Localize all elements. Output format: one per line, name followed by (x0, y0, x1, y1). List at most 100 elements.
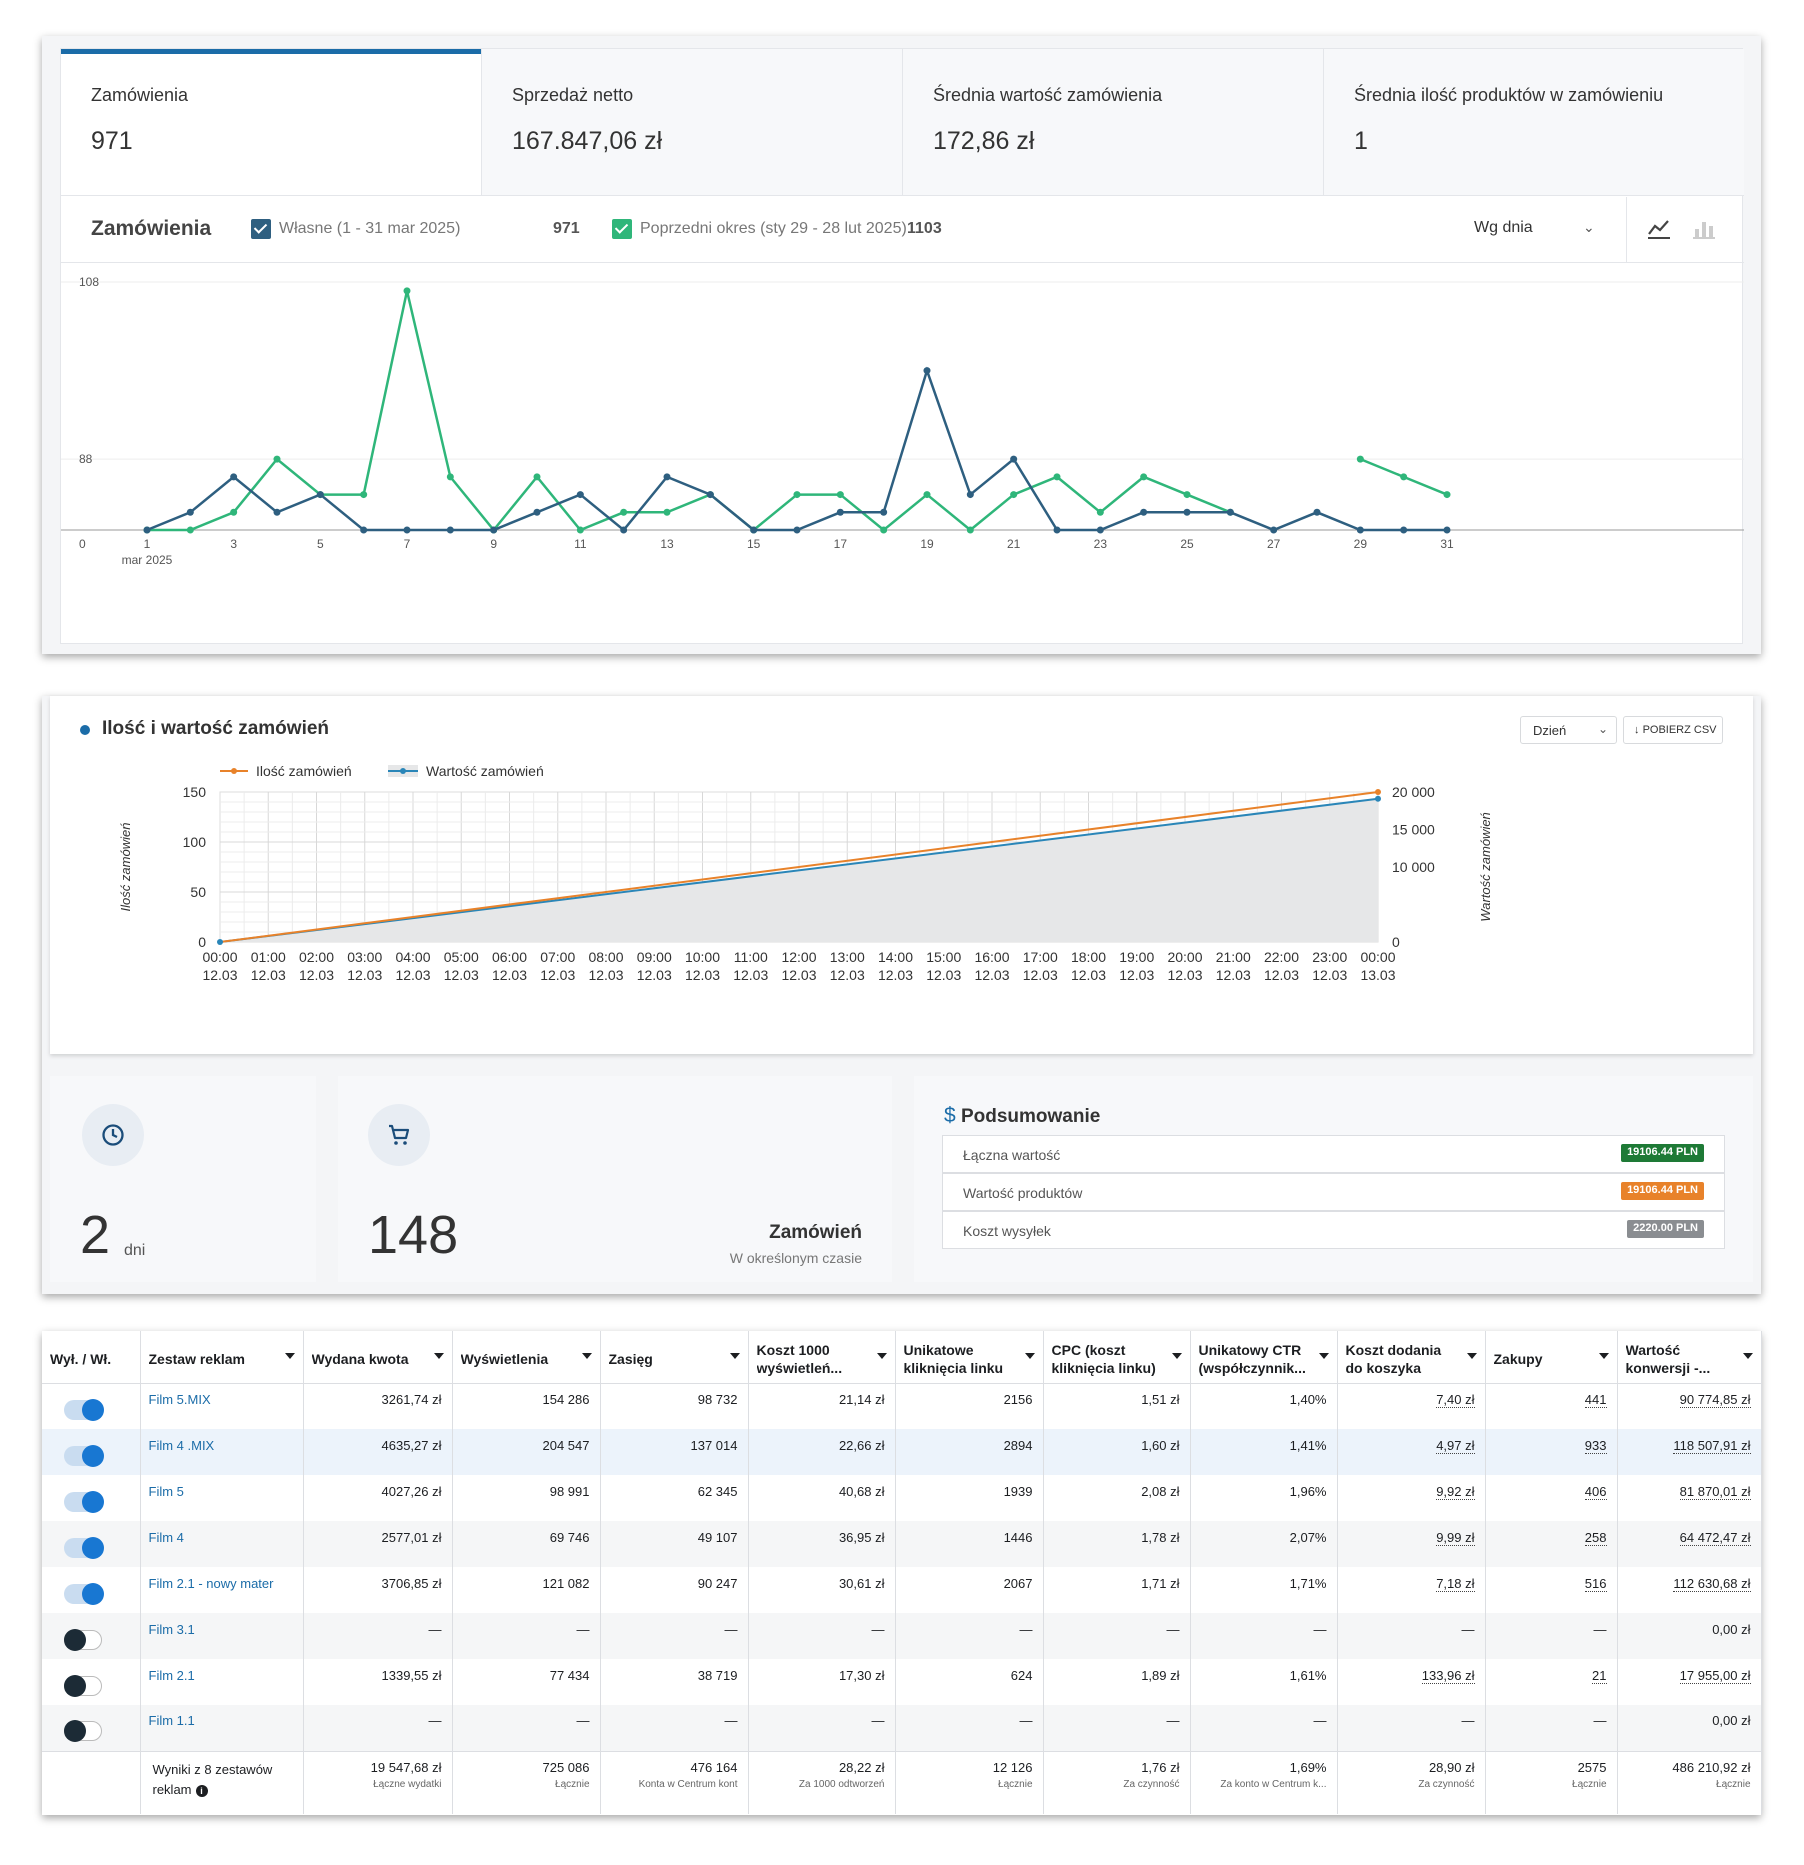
ad-set-toggle[interactable] (64, 1674, 102, 1697)
column-header-toggle[interactable]: Wył. / Wł. (42, 1331, 141, 1384)
ad-set-name-link[interactable]: Film 5.MIX (140, 1383, 304, 1429)
column-header-unique-ctr[interactable]: Unikatowy CTR (współczynnik... (1190, 1331, 1338, 1384)
sort-icon[interactable] (284, 1353, 295, 1359)
table-cell[interactable]: 81 870,01 zł (1617, 1475, 1762, 1521)
column-header-cpc[interactable]: CPC (koszt kliknięcia linku) (1043, 1331, 1191, 1384)
sort-icon[interactable] (876, 1353, 887, 1359)
table-cell: 1,40% (1190, 1383, 1338, 1429)
table-cell[interactable]: 0,00 zł (1617, 1705, 1762, 1751)
sort-icon[interactable] (581, 1353, 592, 1359)
table-row[interactable]: Film 4 2577,01 zł 69 746 49 107 36,95 zł 1446… (42, 1521, 1762, 1567)
table-cell[interactable]: 9,92 zł (1337, 1475, 1486, 1521)
column-header-ad-set[interactable]: Zestaw reklam (140, 1331, 304, 1384)
ad-set-name-link[interactable]: Film 1.1 (140, 1705, 304, 1751)
ad-set-toggle[interactable] (64, 1720, 102, 1743)
kpi-tab-avg-products[interactable]: Średnia ilość produktów w zamówieniu 1 (1324, 49, 1744, 195)
table-cell[interactable]: — (1485, 1705, 1618, 1751)
column-header-reach[interactable]: Zasięg (600, 1331, 749, 1384)
table-cell[interactable]: 7,18 zł (1337, 1567, 1486, 1613)
table-row[interactable]: Film 5 4027,26 zł 98 991 62 345 40,68 zł 1939… (42, 1475, 1762, 1521)
cell-value: 4027,26 zł (381, 1483, 442, 1499)
info-icon[interactable]: i (195, 1784, 208, 1797)
table-cell[interactable]: 516 (1485, 1567, 1618, 1613)
sort-icon[interactable] (1024, 1353, 1035, 1359)
column-header-cost-add-to-cart[interactable]: Koszt dodania do koszyka (1337, 1331, 1486, 1384)
table-cell[interactable]: 4,97 zł (1337, 1429, 1486, 1475)
table-cell[interactable]: — (1485, 1613, 1618, 1659)
cell-value: 7,18 zł (1436, 1575, 1475, 1592)
table-cell[interactable]: — (1337, 1705, 1486, 1751)
ad-set-name-link[interactable]: Film 2.1 (140, 1659, 304, 1705)
table-cell[interactable]: 90 774,85 zł (1617, 1383, 1762, 1429)
table-row[interactable]: Film 2.1 1339,55 zł 77 434 38 719 17,30 zł 62… (42, 1659, 1762, 1705)
column-header-unique-clicks[interactable]: Unikatowe kliknięcia linku (895, 1331, 1044, 1384)
table-cell[interactable]: 118 507,91 zł (1617, 1429, 1762, 1475)
table-cell: 1,78 zł (1043, 1521, 1191, 1567)
chevron-down-icon[interactable]: ⌄ (1583, 219, 1595, 236)
sort-icon[interactable] (1171, 1353, 1182, 1359)
x-tick-date-label: 12.03 (492, 967, 527, 983)
table-cell: 30,61 zł (748, 1567, 896, 1613)
ad-set-toggle[interactable] (64, 1628, 102, 1651)
own-series-checkbox[interactable] (251, 219, 271, 239)
cell-value: — (1461, 1621, 1475, 1637)
table-cell[interactable]: 21 (1485, 1659, 1618, 1705)
table-cell: 38 719 (600, 1659, 749, 1705)
table-row[interactable]: Film 1.1 — — — — — — — — — 0,00 zł (42, 1705, 1762, 1751)
table-cell[interactable]: 406 (1485, 1475, 1618, 1521)
table-cell[interactable]: 258 (1485, 1521, 1618, 1567)
cell-value: 7,40 zł (1436, 1391, 1475, 1408)
kpi-tab-avg-order-value[interactable]: Średnia wartość zamówienia 172,86 zł (903, 49, 1324, 195)
ad-set-toggle[interactable] (64, 1490, 104, 1513)
table-row[interactable]: Film 2.1 - nowy mater 3706,85 zł 121 082 90… (42, 1567, 1762, 1613)
ad-set-name-link[interactable]: Film 2.1 - nowy mater (140, 1567, 304, 1613)
bar-chart-icon[interactable] (1691, 217, 1717, 241)
table-cell[interactable]: 7,40 zł (1337, 1383, 1486, 1429)
ad-set-toggle[interactable] (64, 1444, 104, 1467)
sort-icon[interactable] (1318, 1353, 1329, 1359)
sort-icon[interactable] (433, 1353, 444, 1359)
table-cell[interactable]: 112 630,68 zł (1617, 1567, 1762, 1613)
x-tick-date-label: 12.03 (251, 967, 286, 983)
table-cell[interactable]: — (1337, 1613, 1486, 1659)
column-header-spent[interactable]: Wydana kwota (303, 1331, 453, 1384)
data-point (533, 508, 541, 516)
ad-set-name-link[interactable]: Film 4 (140, 1521, 304, 1567)
table-row[interactable]: Film 5.MIX 3261,74 zł 154 286 98 732 21,14 z… (42, 1383, 1762, 1429)
cell-value: 112 630,68 zł (1673, 1575, 1751, 1592)
ad-set-toggle[interactable] (64, 1398, 104, 1421)
legend-quantity-marker (231, 768, 237, 774)
column-header-impressions[interactable]: Wyświetlenia (452, 1331, 601, 1384)
table-row[interactable]: Film 4 .MIX 4635,27 zł 204 547 137 014 22,66… (42, 1429, 1762, 1475)
sort-icon[interactable] (729, 1353, 740, 1359)
table-cell[interactable]: 64 472,47 zł (1617, 1521, 1762, 1567)
table-row[interactable]: Film 3.1 — — — — — — — — — 0,00 zł (42, 1613, 1762, 1659)
table-cell[interactable]: 933 (1485, 1429, 1618, 1475)
table-cell[interactable]: 0,00 zł (1617, 1613, 1762, 1659)
cell-value: 1339,55 zł (381, 1667, 442, 1683)
interval-select[interactable]: Dzień ⌄ (1520, 716, 1617, 744)
cart-icon (389, 1124, 410, 1145)
table-cell[interactable]: 441 (1485, 1383, 1618, 1429)
ad-set-name-link[interactable]: Film 3.1 (140, 1613, 304, 1659)
column-header-purchases[interactable]: Zakupy (1485, 1331, 1618, 1384)
sort-icon[interactable] (1742, 1353, 1753, 1359)
ads-table-body: Film 5.MIX 3261,74 zł 154 286 98 732 21,14 z… (42, 1383, 1762, 1814)
kpi-tab-net-sales[interactable]: Sprzedaż netto 167.847,06 zł (482, 49, 903, 195)
ad-set-toggle[interactable] (64, 1536, 104, 1559)
table-cell[interactable]: 17 955,00 zł (1617, 1659, 1762, 1705)
table-cell[interactable]: 9,99 zł (1337, 1521, 1486, 1567)
prev-series-checkbox[interactable] (612, 219, 632, 239)
kpi-tab-orders[interactable]: Zamówienia 971 (61, 49, 482, 195)
sort-icon[interactable] (1466, 1353, 1477, 1359)
column-header-conversion-value[interactable]: Wartość konwersji -... (1617, 1331, 1762, 1384)
ad-set-toggle[interactable] (64, 1582, 104, 1605)
ad-set-name-link[interactable]: Film 5 (140, 1475, 304, 1521)
download-csv-button[interactable]: ↓ POBIERZ CSV (1623, 716, 1723, 744)
table-cell[interactable]: 133,96 zł (1337, 1659, 1486, 1705)
ad-set-name-link[interactable]: Film 4 .MIX (140, 1429, 304, 1475)
period-select[interactable]: Wg dnia (1474, 219, 1533, 237)
column-header-cpm[interactable]: Koszt 1000 wyświetleń... (748, 1331, 896, 1384)
sort-icon[interactable] (1598, 1353, 1609, 1359)
line-chart-icon[interactable] (1646, 217, 1672, 241)
